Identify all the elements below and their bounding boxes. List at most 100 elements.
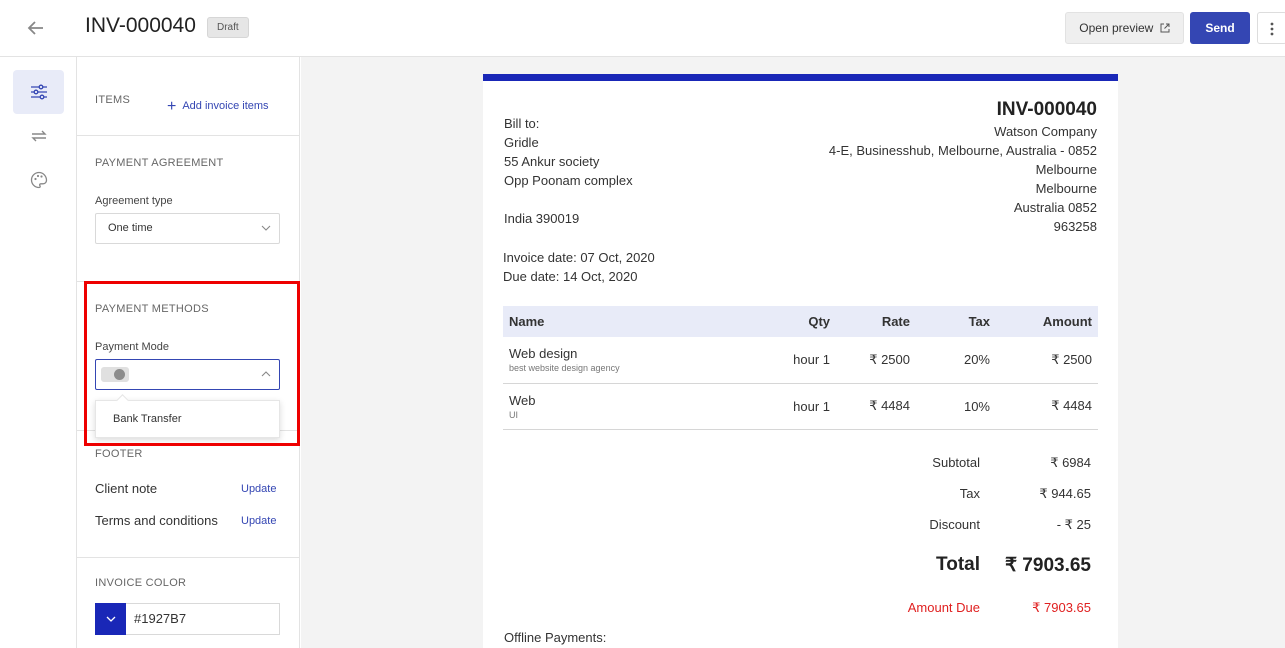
item-name: Web [509, 392, 536, 408]
item-rate: ₹ 4484 [836, 383, 916, 430]
item-tax: 10% [916, 383, 996, 430]
open-preview-label: Open preview [1079, 21, 1154, 35]
offline-payments-label: Offline Payments: [504, 630, 607, 645]
payment-agreement-title: PAYMENT AGREEMENT [95, 157, 224, 169]
external-link-icon [1160, 23, 1170, 33]
payment-methods-title: PAYMENT METHODS [95, 303, 209, 315]
item-amount: ₹ 4484 [996, 383, 1098, 430]
payment-mode-chip [101, 367, 129, 382]
table-row: Web UI hour 1 ₹ 4484 10% ₹ 4484 [503, 383, 1098, 430]
bill-to-line: 55 Ankur society [504, 154, 600, 169]
bill-to-label: Bill to: [504, 116, 540, 131]
side-rail [0, 57, 77, 648]
chevron-up-icon [261, 360, 271, 401]
discount-value: - ₹ 25 [1056, 517, 1091, 532]
more-vertical-icon [1270, 22, 1274, 36]
terms-update-link[interactable]: Update [241, 515, 276, 527]
amount-due-value: ₹ 7903.65 [1032, 600, 1091, 615]
amount-due-label: Amount Due [907, 600, 980, 615]
invoice-color-title: INVOICE COLOR [95, 577, 187, 589]
company-line: Melbourne [1035, 162, 1097, 177]
send-button[interactable]: Send [1190, 12, 1250, 44]
item-rate: ₹ 2500 [836, 337, 916, 384]
bill-to-block: Bill to: Gridle 55 Ankur society Opp Poo… [504, 114, 633, 228]
subtotal-label: Subtotal [932, 455, 980, 470]
column-header: Tax [916, 306, 996, 337]
company-line: 963258 [1053, 219, 1097, 234]
settings-panel: ITEMS + Add invoice items PAYMENT AGREEME… [77, 57, 300, 648]
invoice-number: INV-000040 [996, 99, 1097, 120]
items-section: ITEMS + Add invoice items [77, 62, 300, 136]
rail-item-theme[interactable] [13, 158, 64, 202]
company-line: Watson Company [994, 124, 1097, 139]
payment-agreement-section: PAYMENT AGREEMENT Agreement type One tim… [77, 136, 300, 282]
item-description: best website design agency [509, 363, 620, 374]
subtotal-value: ₹ 6984 [1050, 455, 1091, 470]
tax-label: Tax [959, 486, 980, 501]
add-invoice-items-button[interactable]: + Add invoice items [167, 98, 269, 116]
footer-title: FOOTER [95, 448, 143, 460]
palette-icon [30, 171, 47, 189]
status-badge: Draft [207, 17, 249, 38]
agreement-type-label: Agreement type [95, 195, 173, 207]
rail-item-recurring[interactable] [13, 114, 64, 158]
items-table: Name Qty Rate Tax Amount Web design best… [503, 306, 1098, 430]
invoice-color-bar [483, 74, 1118, 81]
bill-to-line: Gridle [504, 135, 539, 150]
total-label: Total [936, 554, 980, 575]
tax-value: ₹ 944.65 [1039, 486, 1091, 501]
top-bar: INV-000040 Draft Open preview Send [0, 0, 1285, 57]
company-block: Watson Company 4-E, Businesshub, Melbour… [829, 122, 1097, 236]
client-note-update-link[interactable]: Update [241, 483, 276, 495]
agreement-type-select[interactable]: One time [95, 213, 280, 244]
items-section-title: ITEMS [95, 94, 131, 106]
rail-item-settings[interactable] [13, 70, 64, 114]
item-amount: ₹ 2500 [996, 337, 1098, 384]
item-name-cell: Web design best website design agency [503, 337, 773, 384]
payment-mode-select[interactable] [95, 359, 280, 390]
bill-to-line [504, 190, 633, 209]
client-note-label: Client note [95, 481, 158, 496]
total-value: ₹ 7903.65 [1004, 555, 1091, 576]
item-qty: hour 1 [773, 383, 836, 430]
company-line: Melbourne [1035, 181, 1097, 196]
payment-mode-label: Payment Mode [95, 341, 169, 353]
chevron-down-icon [261, 214, 271, 255]
table-row: Web design best website design agency ho… [503, 337, 1098, 384]
more-options-button[interactable] [1257, 12, 1285, 44]
terms-label: Terms and conditions [95, 513, 218, 528]
add-invoice-items-label: Add invoice items [182, 100, 269, 112]
company-line: Australia 0852 [1013, 200, 1097, 215]
invoice-preview-area: INV-000040 Bill to: Gridle 55 Ankur soci… [301, 57, 1285, 648]
item-tax: 20% [916, 337, 996, 384]
bill-to-line: Opp Poonam complex [504, 173, 633, 188]
column-header: Qty [773, 306, 836, 337]
repeat-icon [30, 130, 47, 142]
item-name: Web design [509, 346, 578, 362]
back-arrow-icon[interactable] [24, 16, 48, 40]
chevron-down-icon [106, 616, 115, 622]
discount-label: Discount [929, 517, 980, 532]
column-header: Name [503, 306, 773, 337]
color-swatch-button[interactable] [95, 603, 126, 635]
table-header-row: Name Qty Rate Tax Amount [503, 306, 1098, 337]
agreement-type-value: One time [108, 222, 153, 234]
plus-icon: + [167, 98, 177, 115]
item-name-cell: Web UI [503, 383, 773, 430]
company-line: 4-E, Businesshub, Melbourne, Australia -… [828, 143, 1097, 158]
dates-block: Invoice date: 07 Oct, 2020 Due date: 14 … [503, 248, 655, 286]
color-hex-input[interactable]: #1927B7 [126, 603, 280, 635]
item-qty: hour 1 [773, 337, 836, 384]
payment-mode-option-bank-transfer[interactable]: Bank Transfer [95, 400, 280, 438]
column-header: Rate [836, 306, 916, 337]
page-title: INV-000040 [85, 14, 196, 37]
bill-to-line: India 390019 [504, 211, 580, 226]
sliders-icon [30, 84, 47, 100]
item-description: UI [509, 409, 518, 420]
due-date: Due date: 14 Oct, 2020 [503, 269, 638, 284]
column-header: Amount [996, 306, 1098, 337]
invoice-document: INV-000040 Bill to: Gridle 55 Ankur soci… [483, 74, 1118, 648]
invoice-date: Invoice date: 07 Oct, 2020 [503, 250, 655, 265]
open-preview-button[interactable]: Open preview [1065, 12, 1184, 44]
footer-section: FOOTER Client note Update Terms and cond… [77, 431, 300, 558]
